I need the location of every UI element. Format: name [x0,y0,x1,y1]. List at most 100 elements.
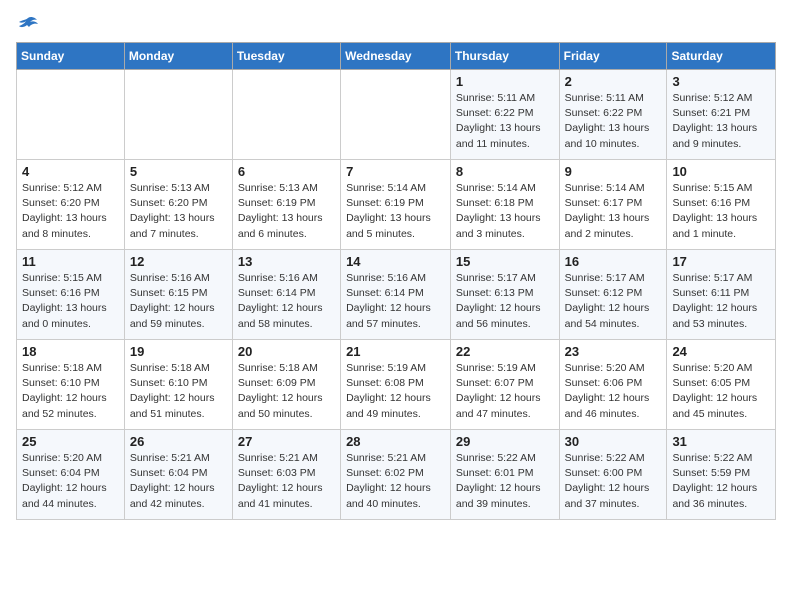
day-number: 17 [672,254,770,269]
calendar-table: SundayMondayTuesdayWednesdayThursdayFrid… [16,42,776,520]
day-number: 19 [130,344,227,359]
calendar-cell: 9 Sunrise: 5:14 AM Sunset: 6:17 PM Daylig… [559,160,667,250]
day-number: 21 [346,344,445,359]
calendar-cell: 16Sunrise: 5:17 AM Sunset: 6:12 PM Dayli… [559,250,667,340]
day-header-wednesday: Wednesday [341,43,451,70]
calendar-cell [232,70,340,160]
day-number: 6 [238,164,335,179]
day-number: 24 [672,344,770,359]
day-number: 2 [565,74,662,89]
day-info: Sunrise: 5:19 AM Sunset: 6:07 PM Dayligh… [456,361,554,422]
day-info: Sunrise: 5:16 AM Sunset: 6:15 PM Dayligh… [130,271,227,332]
day-header-friday: Friday [559,43,667,70]
day-info: Sunrise: 5:16 AM Sunset: 6:14 PM Dayligh… [238,271,335,332]
calendar-cell: 5Sunrise: 5:13 AM Sunset: 6:20 PM Daylig… [124,160,232,250]
day-info: Sunrise: 5:19 AM Sunset: 6:08 PM Dayligh… [346,361,445,422]
day-info: Sunrise: 5:21 AM Sunset: 6:03 PM Dayligh… [238,451,335,512]
day-info: Sunrise: 5:21 AM Sunset: 6:04 PM Dayligh… [130,451,227,512]
day-number: 5 [130,164,227,179]
day-number: 29 [456,434,554,449]
calendar-cell: 26 Sunrise: 5:21 AM Sunset: 6:04 PM Dayli… [124,430,232,520]
day-header-tuesday: Tuesday [232,43,340,70]
calendar-cell: 29 Sunrise: 5:22 AM Sunset: 6:01 PM Dayli… [450,430,559,520]
day-number: 12 [130,254,227,269]
day-info: Sunrise: 5:14 AM Sunset: 6:17 PM Dayligh… [565,181,662,242]
calendar-cell: 31 Sunrise: 5:22 AM Sunset: 5:59 PM Dayli… [667,430,776,520]
calendar-cell: 25Sunrise: 5:20 AM Sunset: 6:04 PM Dayli… [17,430,125,520]
day-header-thursday: Thursday [450,43,559,70]
day-number: 23 [565,344,662,359]
day-info: Sunrise: 5:20 AM Sunset: 6:05 PM Dayligh… [672,361,770,422]
day-info: Sunrise: 5:14 AM Sunset: 6:19 PM Dayligh… [346,181,445,242]
day-number: 16 [565,254,662,269]
calendar-cell: 14Sunrise: 5:16 AM Sunset: 6:14 PM Dayli… [341,250,451,340]
day-number: 7 [346,164,445,179]
day-info: Sunrise: 5:15 AM Sunset: 6:16 PM Dayligh… [672,181,770,242]
day-info: Sunrise: 5:17 AM Sunset: 6:13 PM Dayligh… [456,271,554,332]
day-number: 4 [22,164,119,179]
day-number: 13 [238,254,335,269]
week-row-3: 11 Sunrise: 5:15 AM Sunset: 6:16 PM Dayli… [17,250,776,340]
day-info: Sunrise: 5:20 AM Sunset: 6:06 PM Dayligh… [565,361,662,422]
calendar-cell: 3Sunrise: 5:12 AM Sunset: 6:21 PM Daylig… [667,70,776,160]
calendar-cell: 1 Sunrise: 5:11 AM Sunset: 6:22 PM Daylig… [450,70,559,160]
calendar-cell [17,70,125,160]
day-info: Sunrise: 5:18 AM Sunset: 6:10 PM Dayligh… [130,361,227,422]
day-number: 28 [346,434,445,449]
calendar-cell: 7 Sunrise: 5:14 AM Sunset: 6:19 PM Daylig… [341,160,451,250]
calendar-cell: 18Sunrise: 5:18 AM Sunset: 6:10 PM Dayli… [17,340,125,430]
logo [16,16,40,30]
page-header [16,16,776,30]
calendar-cell: 30 Sunrise: 5:22 AM Sunset: 6:00 PM Dayli… [559,430,667,520]
day-header-saturday: Saturday [667,43,776,70]
week-row-5: 25Sunrise: 5:20 AM Sunset: 6:04 PM Dayli… [17,430,776,520]
day-number: 31 [672,434,770,449]
calendar-cell: 28 Sunrise: 5:21 AM Sunset: 6:02 PM Dayli… [341,430,451,520]
week-row-4: 18Sunrise: 5:18 AM Sunset: 6:10 PM Dayli… [17,340,776,430]
day-number: 9 [565,164,662,179]
day-info: Sunrise: 5:22 AM Sunset: 6:01 PM Dayligh… [456,451,554,512]
day-number: 11 [22,254,119,269]
calendar-cell: 12 Sunrise: 5:16 AM Sunset: 6:15 PM Dayli… [124,250,232,340]
day-number: 10 [672,164,770,179]
calendar-cell: 6 Sunrise: 5:13 AM Sunset: 6:19 PM Daylig… [232,160,340,250]
day-number: 22 [456,344,554,359]
calendar-cell: 24 Sunrise: 5:20 AM Sunset: 6:05 PM Dayli… [667,340,776,430]
day-info: Sunrise: 5:11 AM Sunset: 6:22 PM Dayligh… [456,91,554,152]
calendar-cell [124,70,232,160]
calendar-cell [341,70,451,160]
calendar-cell: 21 Sunrise: 5:19 AM Sunset: 6:08 PM Dayli… [341,340,451,430]
calendar-cell: 2Sunrise: 5:11 AM Sunset: 6:22 PM Daylig… [559,70,667,160]
day-number: 26 [130,434,227,449]
calendar-cell: 22 Sunrise: 5:19 AM Sunset: 6:07 PM Dayli… [450,340,559,430]
day-info: Sunrise: 5:12 AM Sunset: 6:20 PM Dayligh… [22,181,119,242]
logo-bird-icon [17,16,39,34]
calendar-cell: 10 Sunrise: 5:15 AM Sunset: 6:16 PM Dayli… [667,160,776,250]
day-info: Sunrise: 5:22 AM Sunset: 6:00 PM Dayligh… [565,451,662,512]
day-info: Sunrise: 5:21 AM Sunset: 6:02 PM Dayligh… [346,451,445,512]
week-row-1: 1 Sunrise: 5:11 AM Sunset: 6:22 PM Daylig… [17,70,776,160]
day-info: Sunrise: 5:16 AM Sunset: 6:14 PM Dayligh… [346,271,445,332]
calendar-cell: 27 Sunrise: 5:21 AM Sunset: 6:03 PM Dayli… [232,430,340,520]
day-number: 27 [238,434,335,449]
day-info: Sunrise: 5:13 AM Sunset: 6:19 PM Dayligh… [238,181,335,242]
day-number: 1 [456,74,554,89]
day-header-monday: Monday [124,43,232,70]
day-number: 20 [238,344,335,359]
day-number: 8 [456,164,554,179]
day-info: Sunrise: 5:15 AM Sunset: 6:16 PM Dayligh… [22,271,119,332]
calendar-cell: 19 Sunrise: 5:18 AM Sunset: 6:10 PM Dayli… [124,340,232,430]
day-number: 15 [456,254,554,269]
calendar-cell: 20 Sunrise: 5:18 AM Sunset: 6:09 PM Dayli… [232,340,340,430]
day-info: Sunrise: 5:20 AM Sunset: 6:04 PM Dayligh… [22,451,119,512]
day-info: Sunrise: 5:18 AM Sunset: 6:09 PM Dayligh… [238,361,335,422]
calendar-cell: 23 Sunrise: 5:20 AM Sunset: 6:06 PM Dayli… [559,340,667,430]
calendar-cell: 8Sunrise: 5:14 AM Sunset: 6:18 PM Daylig… [450,160,559,250]
day-info: Sunrise: 5:22 AM Sunset: 5:59 PM Dayligh… [672,451,770,512]
calendar-cell: 17Sunrise: 5:17 AM Sunset: 6:11 PM Dayli… [667,250,776,340]
calendar-cell: 11 Sunrise: 5:15 AM Sunset: 6:16 PM Dayli… [17,250,125,340]
week-row-2: 4 Sunrise: 5:12 AM Sunset: 6:20 PM Daylig… [17,160,776,250]
day-header-sunday: Sunday [17,43,125,70]
day-number: 3 [672,74,770,89]
day-number: 30 [565,434,662,449]
